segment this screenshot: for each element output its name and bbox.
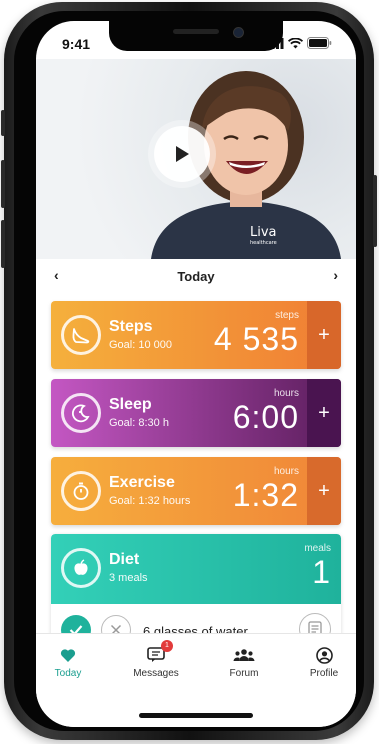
exercise-card[interactable]: Exercise Goal: 1:32 hours hours 1:32 +: [51, 457, 341, 525]
tab-profile-label: Profile: [309, 668, 339, 679]
diet-card[interactable]: Diet 3 meals meals 1: [51, 534, 341, 604]
steps-label: Steps: [109, 318, 153, 335]
side-button-power: [373, 175, 377, 247]
shirt-logo-subtext: healthcare: [250, 240, 277, 246]
sleep-value: 6:00: [232, 399, 299, 435]
date-navigator: ‹ Today ›: [36, 259, 356, 293]
hero-video[interactable]: Liva healthcare: [36, 59, 356, 259]
heart-icon: [60, 648, 76, 662]
date-title: Today: [177, 268, 215, 284]
exercise-ring: [61, 471, 101, 511]
shoe-icon: [72, 328, 90, 344]
diet-goal: 3 meals: [109, 572, 148, 584]
steps-ring: [61, 315, 101, 355]
wifi-icon: [288, 37, 303, 48]
steps-goal: Goal: 10 000: [109, 339, 172, 351]
next-day-button[interactable]: ›: [333, 267, 338, 283]
stopwatch-icon: [73, 482, 89, 500]
side-button-volume-up: [1, 160, 5, 208]
tab-today[interactable]: Today: [36, 646, 103, 679]
exercise-unit: hours: [273, 466, 299, 477]
notch: [109, 21, 283, 51]
tab-profile[interactable]: Profile: [289, 646, 356, 679]
home-indicator[interactable]: [139, 713, 253, 718]
sleep-ring: [61, 393, 101, 433]
people-icon: [233, 649, 255, 661]
shirt-logo-text: Liva: [250, 225, 277, 240]
steps-card[interactable]: Steps Goal: 10 000 steps 4 535 +: [51, 301, 341, 369]
exercise-value: 1:32: [232, 477, 299, 513]
side-button-volume-down: [1, 220, 5, 268]
tab-forum[interactable]: Forum: [209, 646, 279, 679]
diet-ring: [61, 548, 101, 588]
exercise-label: Exercise: [109, 474, 175, 491]
apple-icon: [74, 559, 88, 575]
battery-icon: [307, 37, 332, 49]
side-button-mute: [1, 110, 5, 136]
diet-unit: meals: [304, 543, 331, 554]
profile-icon: [315, 646, 333, 664]
sleep-card[interactable]: Sleep Goal: 8:30 h hours 6:00 +: [51, 379, 341, 447]
messages-badge: 1: [161, 640, 173, 652]
add-sleep-button[interactable]: +: [307, 379, 341, 447]
add-exercise-button[interactable]: +: [307, 457, 341, 525]
exercise-goal: Goal: 1:32 hours: [109, 495, 191, 507]
status-time: 9:41: [62, 36, 91, 52]
sleep-goal: Goal: 8:30 h: [109, 417, 169, 429]
tab-forum-label: Forum: [229, 668, 259, 679]
diet-panel: Diet 3 meals meals 1 6 glasses of water: [51, 534, 341, 644]
sleep-label: Sleep: [109, 396, 152, 413]
diet-label: Diet: [109, 551, 140, 568]
steps-unit: steps: [275, 310, 299, 321]
steps-value: 4 535: [213, 321, 299, 357]
front-camera: [233, 27, 244, 38]
tab-messages-label: Messages: [133, 668, 179, 679]
tab-messages[interactable]: 1 Messages: [121, 640, 191, 679]
play-button[interactable]: [154, 126, 210, 182]
diet-value: 1: [312, 554, 331, 590]
prev-day-button[interactable]: ‹: [54, 267, 59, 283]
add-steps-button[interactable]: +: [307, 301, 341, 369]
moon-icon: [71, 404, 90, 423]
play-icon: [176, 146, 189, 162]
sleep-unit: hours: [273, 388, 299, 399]
speaker: [173, 29, 219, 34]
app-screen: 9:41 Liva healthcare ‹ Today › Steps Goa…: [36, 21, 356, 727]
tab-today-label: Today: [54, 668, 82, 679]
